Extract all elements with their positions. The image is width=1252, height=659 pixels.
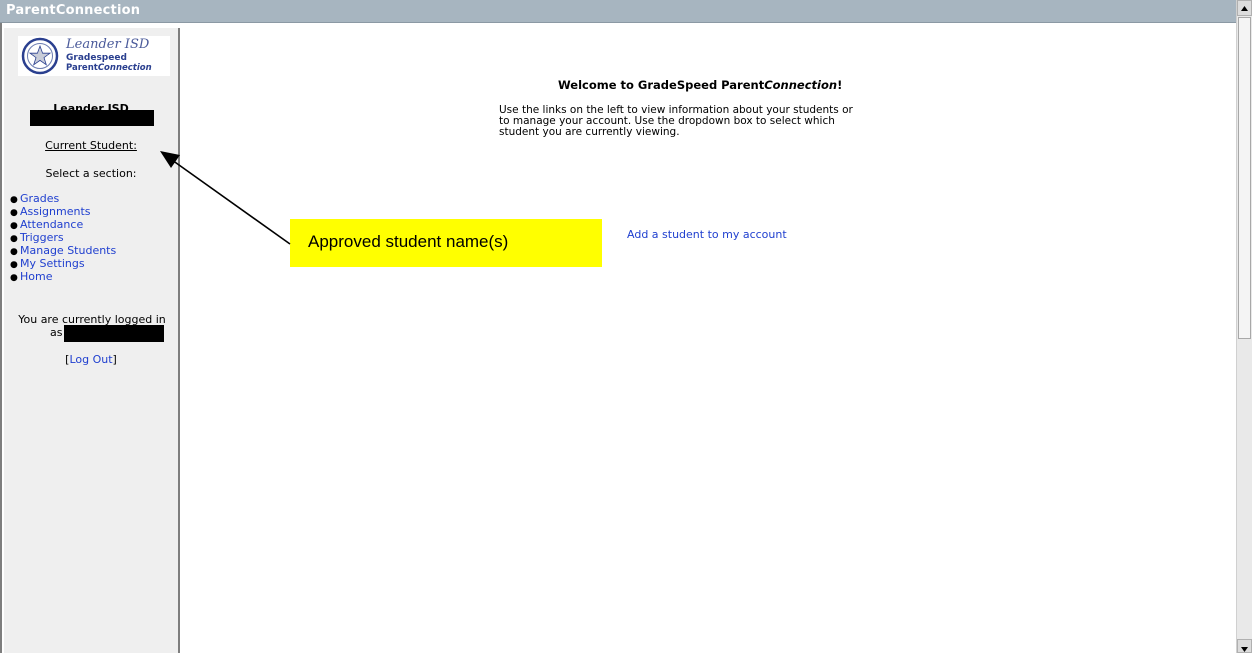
title-bar: ParentConnection [0,0,1236,23]
add-student-link[interactable]: Add a student to my account [627,228,787,241]
welcome-heading: Welcome to GradeSpeed ParentConnection! [558,78,843,92]
district-logo: Leander ISD Gradespeed ParentConnection [18,36,170,76]
scroll-up-arrow-icon[interactable] [1237,0,1252,16]
student-select-dropdown[interactable] [30,110,154,126]
select-section-label: Select a section: [45,167,137,180]
district-seal-icon [21,37,59,75]
annotation-callout: Approved student name(s) [290,219,602,267]
logo-parentconnection-text: ParentConnection [66,63,152,73]
main-content: Welcome to GradeSpeed ParentConnection! … [182,28,1236,653]
section-nav: ● Grades ● Assignments ● Attendance ● Trigge… [10,193,116,284]
logout-link[interactable]: Log Out [69,353,112,366]
nav-item-home[interactable]: ● Home [10,271,116,284]
redacted-username [64,325,164,342]
app-title: ParentConnection [6,3,141,18]
scrollbar-thumb[interactable] [1238,17,1251,339]
logo-gradespeed-text: Gradespeed [66,53,127,63]
annotation-callout-text: Approved student name(s) [308,232,509,251]
logged-in-as-label: as [50,326,63,339]
logout-wrapper: [Log Out] [65,353,117,366]
scroll-down-arrow-icon[interactable] [1237,639,1252,653]
logo-district-text: Leander ISD [66,37,150,52]
vertical-scrollbar[interactable] [1236,0,1252,653]
current-student-label: Current Student: [45,139,137,152]
left-border [0,23,2,653]
welcome-text: Use the links on the left to view inform… [499,104,853,138]
